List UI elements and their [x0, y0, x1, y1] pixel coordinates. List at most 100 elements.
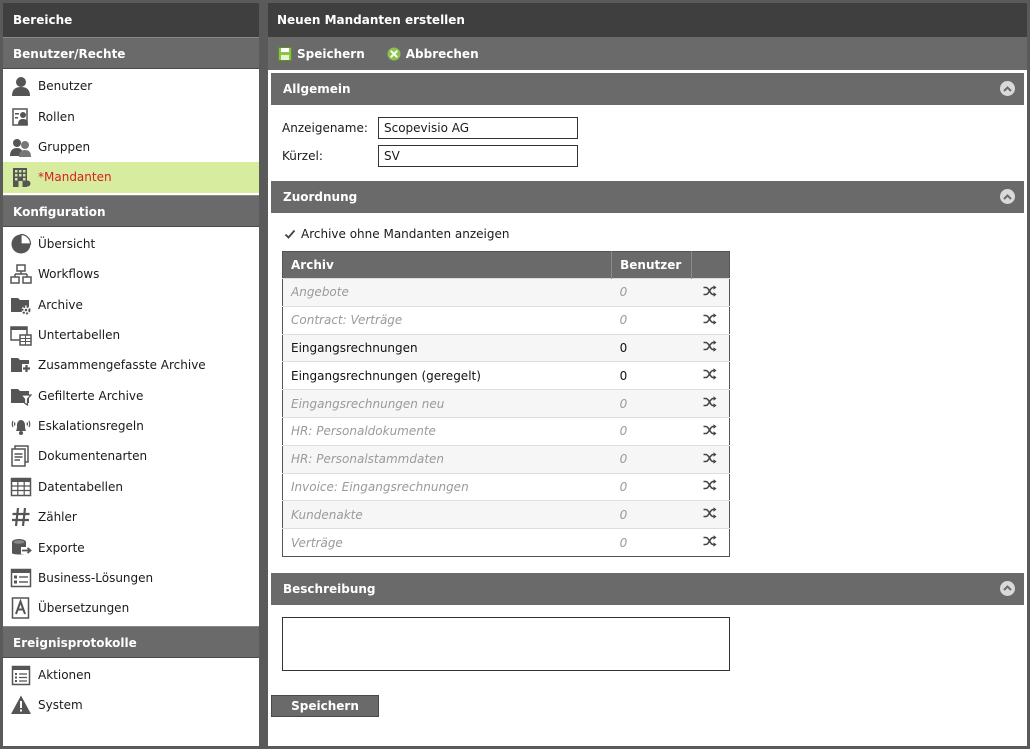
users-count-cell: 0 — [611, 333, 692, 362]
shuffle-icon[interactable] — [691, 389, 730, 418]
table-row[interactable]: Invoice: Eingangsrechnungen 0 — [282, 472, 730, 501]
archive-name-cell: Verträge — [282, 528, 612, 557]
sidebar-group-header[interactable]: Konfiguration — [3, 194, 259, 227]
table-row[interactable]: Contract: Verträge 0 — [282, 305, 730, 335]
archive-settings-icon — [9, 293, 33, 317]
sidebar-item-label: Eskalationsregeln — [38, 419, 144, 434]
shuffle-icon[interactable] — [691, 333, 730, 362]
users-count-cell: 0 — [611, 416, 692, 446]
collapse-general-button[interactable] — [1000, 81, 1015, 96]
save-button[interactable]: Speichern — [278, 46, 365, 61]
table-row[interactable]: HR: Personaldokumente 0 — [282, 416, 730, 446]
short-name-input[interactable] — [378, 145, 578, 167]
sidebar-item-label: Rollen — [38, 109, 75, 124]
table-row[interactable]: Eingangsrechnungen (geregelt) 0 — [282, 361, 730, 390]
table-row[interactable]: Kundenakte 0 — [282, 500, 730, 529]
filtered-archive-icon — [9, 384, 33, 408]
collapse-description-button[interactable] — [1000, 580, 1015, 596]
shuffle-icon[interactable] — [691, 444, 730, 474]
sidebar-group-header[interactable]: Ereignisprotokolle — [3, 625, 259, 658]
pie-chart-icon — [9, 232, 33, 256]
sidebar-item-workflows[interactable]: Workflows — [3, 259, 259, 289]
users-count-cell: 0 — [611, 361, 692, 390]
display-name-label: Anzeigename: — [282, 121, 368, 135]
sidebar-item-datentabellen[interactable]: Datentabellen — [3, 472, 259, 502]
sidebar: Bereiche Benutzer/Rechte Benutzer Rollen Gr… — [3, 3, 259, 746]
sidebar-group-header[interactable]: Benutzer/Rechte — [3, 37, 259, 69]
display-name-row: Anzeigename: — [268, 115, 1027, 141]
table-row[interactable]: HR: Personalstammdaten 0 — [282, 444, 730, 474]
sidebar-item-archive[interactable]: Archive — [3, 289, 259, 319]
description-textarea[interactable] — [282, 616, 730, 671]
roles-icon — [9, 105, 33, 129]
shuffle-icon[interactable] — [691, 278, 730, 307]
sidebar-item-label: Archive — [38, 297, 83, 312]
cancel-button[interactable]: Abbrechen — [387, 47, 479, 61]
sidebar-item-business-lösungen[interactable]: Business-Lösungen — [3, 563, 259, 593]
column-header-archive[interactable]: Archiv — [282, 251, 613, 279]
toolbar: Speichern Abbrechen — [268, 37, 1027, 73]
sidebar-item-label: Business-Lösungen — [38, 571, 154, 586]
section-assignment-header: Zuordnung — [271, 181, 1024, 213]
save-bottom-button[interactable]: Speichern — [271, 694, 379, 717]
sidebar-item-label: System — [38, 698, 83, 713]
shuffle-icon[interactable] — [691, 500, 730, 529]
table-row[interactable]: Eingangsrechnungen 0 — [282, 333, 730, 362]
translation-icon — [9, 596, 33, 620]
sidebar-item-aktionen[interactable]: Aktionen — [3, 660, 259, 690]
document-types-icon — [9, 444, 33, 468]
sidebar-item-zähler[interactable]: Zähler — [3, 502, 259, 532]
table-row[interactable]: Eingangsrechnungen neu 0 — [282, 389, 730, 418]
sidebar-item-gruppen[interactable]: Gruppen — [3, 132, 259, 162]
data-table-icon — [9, 475, 33, 499]
table-row[interactable]: Angebote 0 — [282, 278, 730, 307]
display-name-input[interactable] — [378, 117, 578, 139]
show-unassigned-checkbox[interactable]: Archive ohne Mandanten anzeigen — [268, 223, 1027, 245]
table-header-row: Archiv Benutzer — [282, 251, 730, 279]
alarm-bell-icon — [9, 414, 33, 438]
shuffle-icon[interactable] — [691, 528, 730, 557]
checkmark-icon — [284, 228, 296, 240]
user-icon — [9, 74, 33, 98]
shuffle-icon[interactable] — [691, 416, 730, 446]
sidebar-item-mandanten[interactable]: *Mandanten — [3, 162, 259, 193]
sidebar-item-eskalationsregeln[interactable]: Eskalationsregeln — [3, 411, 259, 441]
section-description-header: Beschreibung — [271, 572, 1024, 605]
sidebar-item-zusammengefasste-archive[interactable]: Zusammengefasste Archive — [3, 350, 259, 380]
column-header-users[interactable]: Benutzer — [611, 251, 693, 279]
group-icon — [9, 135, 33, 159]
merged-archive-icon — [9, 353, 33, 377]
users-count-cell: 0 — [611, 305, 692, 335]
sidebar-item-übersicht[interactable]: Übersicht — [3, 229, 259, 259]
archive-name-cell: HR: Personaldokumente — [282, 416, 612, 446]
archive-name-cell: Eingangsrechnungen neu — [282, 389, 612, 418]
page-title: Neuen Mandanten erstellen — [268, 3, 1027, 37]
business-solutions-icon — [9, 566, 33, 590]
shuffle-icon[interactable] — [691, 305, 730, 335]
sidebar-item-rollen[interactable]: Rollen — [3, 101, 259, 131]
users-count-cell: 0 — [611, 472, 692, 501]
sidebar-item-gefilterte-archive[interactable]: Gefilterte Archive — [3, 381, 259, 411]
users-count-cell: 0 — [611, 528, 692, 557]
sidebar-item-übersetzungen[interactable]: Übersetzungen — [3, 593, 259, 623]
section-description-title: Beschreibung — [283, 581, 376, 596]
actions-log-icon — [9, 663, 33, 687]
chevron-up-icon — [1003, 85, 1012, 92]
users-count-cell: 0 — [611, 500, 692, 529]
shuffle-icon[interactable] — [691, 361, 730, 390]
sidebar-item-untertabellen[interactable]: Untertabellen — [3, 320, 259, 350]
table-row[interactable]: Verträge 0 — [282, 528, 730, 557]
sidebar-item-system[interactable]: System — [3, 690, 259, 720]
collapse-assignment-button[interactable] — [1000, 189, 1015, 204]
archive-name-cell: Eingangsrechnungen (geregelt) — [282, 361, 612, 390]
sidebar-item-label: Datentabellen — [38, 479, 124, 494]
archive-name-cell: Invoice: Eingangsrechnungen — [282, 472, 612, 501]
archive-name-cell: HR: Personalstammdaten — [282, 444, 612, 474]
shuffle-icon[interactable] — [691, 472, 730, 501]
sidebar-item-dokumentenarten[interactable]: Dokumentenarten — [3, 441, 259, 471]
sidebar-item-exporte[interactable]: Exporte — [3, 532, 259, 562]
sidebar-item-benutzer[interactable]: Benutzer — [3, 71, 259, 101]
sidebar-group-list: Benutzer Rollen Gruppen *Mandanten — [3, 69, 259, 195]
sidebar-item-label: Aktionen — [38, 667, 92, 682]
sidebar-group-list: Übersicht Workflows Archive Untertabellen Zu… — [3, 227, 259, 626]
